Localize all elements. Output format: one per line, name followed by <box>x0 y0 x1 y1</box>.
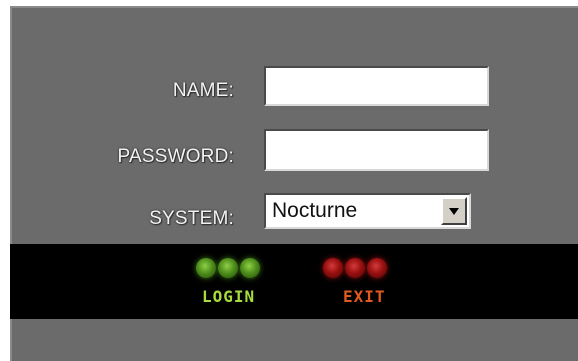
password-label: PASSWORD: <box>117 146 234 167</box>
system-select[interactable]: Nocturne <box>264 193 471 229</box>
exit-button[interactable] <box>323 258 387 278</box>
login-button[interactable] <box>196 258 260 278</box>
password-input[interactable] <box>264 129 489 171</box>
name-label: NAME: <box>172 80 234 101</box>
system-label: SYSTEM: <box>149 208 234 229</box>
login-label[interactable]: LOGIN <box>202 287 255 306</box>
dropdown-arrow-icon[interactable] <box>441 197 467 225</box>
green-led-icon <box>240 258 260 278</box>
green-led-icon <box>218 258 238 278</box>
action-bar <box>10 244 578 319</box>
red-led-icon <box>367 258 387 278</box>
red-led-icon <box>345 258 365 278</box>
green-led-icon <box>196 258 216 278</box>
red-led-icon <box>323 258 343 278</box>
exit-label[interactable]: EXIT <box>343 287 386 306</box>
name-input[interactable] <box>264 66 489 106</box>
system-select-value: Nocturne <box>272 199 358 222</box>
